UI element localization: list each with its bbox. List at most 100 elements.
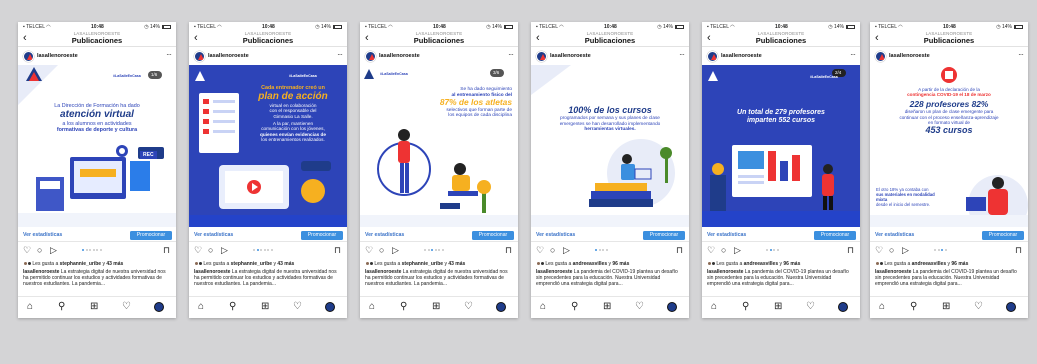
activity-icon[interactable]: ♡ <box>806 302 815 312</box>
more-options-icon[interactable]: ··· <box>850 50 856 59</box>
promote-button[interactable]: Promocionar <box>472 231 514 240</box>
caption-username[interactable]: lasallenoroeste <box>536 269 572 275</box>
heart-icon[interactable]: ♡ <box>875 245 883 256</box>
share-icon[interactable]: ▷ <box>734 245 741 256</box>
more-options-icon[interactable]: ··· <box>337 50 343 59</box>
bookmark-icon[interactable]: ⊓ <box>334 245 341 256</box>
caption-username[interactable]: lasallenoroeste <box>23 269 59 275</box>
search-icon[interactable]: ⚲ <box>910 302 917 312</box>
view-stats-link[interactable]: Ver estadísticas <box>875 232 914 238</box>
post-image[interactable]: #LaSalleEnCasa Cada entrenador creó un p… <box>189 65 347 227</box>
activity-icon[interactable]: ♡ <box>293 302 302 312</box>
post-image[interactable]: 100% de los cursos programados por seman… <box>531 65 689 227</box>
activity-icon[interactable]: ♡ <box>635 302 644 312</box>
activity-icon[interactable]: ♡ <box>464 302 473 312</box>
home-icon[interactable]: ⌂ <box>198 302 204 312</box>
bookmark-icon[interactable]: ⊓ <box>847 245 854 256</box>
promote-button[interactable]: Promocionar <box>301 231 343 240</box>
username-link[interactable]: lasallenoroeste <box>889 53 930 59</box>
more-options-icon[interactable]: ··· <box>1018 50 1024 59</box>
view-stats-link[interactable]: Ver estadísticas <box>23 232 62 238</box>
heart-icon[interactable]: ♡ <box>194 245 202 256</box>
search-icon[interactable]: ⚲ <box>58 302 65 312</box>
view-stats-link[interactable]: Ver estadísticas <box>536 232 575 238</box>
bookmark-icon[interactable]: ⊓ <box>163 245 170 256</box>
username-link[interactable]: lasallenoroeste <box>379 53 420 59</box>
username-link[interactable]: lasallenoroeste <box>721 53 762 59</box>
heart-icon[interactable]: ♡ <box>707 245 715 256</box>
post-image[interactable]: 3/6 #LaSalleEnCasa Se ha dado seguimient… <box>360 65 518 227</box>
avatar[interactable] <box>23 51 34 62</box>
likes-more[interactable]: 43 más <box>106 261 123 267</box>
heart-icon[interactable]: ♡ <box>23 245 31 256</box>
new-post-icon[interactable]: ⊞ <box>603 302 611 312</box>
activity-icon[interactable]: ♡ <box>122 302 131 312</box>
comment-icon[interactable]: ○ <box>379 245 384 255</box>
new-post-icon[interactable]: ⊞ <box>942 302 950 312</box>
profile-avatar-icon[interactable] <box>1006 302 1016 312</box>
caption-username[interactable]: lasallenoroeste <box>365 269 401 275</box>
view-stats-link[interactable]: Ver estadísticas <box>194 232 233 238</box>
avatar[interactable] <box>194 51 205 62</box>
more-options-icon[interactable]: ··· <box>166 50 172 59</box>
post-image[interactable]: 1/6 #LaSalleEnCasa La Dirección de Forma… <box>18 65 176 227</box>
liker-username[interactable]: stephannie_uribe <box>402 261 443 267</box>
share-icon[interactable]: ▷ <box>50 245 57 256</box>
share-icon[interactable]: ▷ <box>902 245 909 256</box>
activity-icon[interactable]: ♡ <box>974 302 983 312</box>
bookmark-icon[interactable]: ⊓ <box>1015 245 1022 256</box>
liker-username[interactable]: andreeasvilles <box>744 261 778 267</box>
promote-button[interactable]: Promocionar <box>982 231 1024 240</box>
post-image[interactable]: 2/4 #LaSalleEnCasa Un total de 279 profe… <box>702 65 860 227</box>
caption-username[interactable]: lasallenoroeste <box>875 269 911 275</box>
new-post-icon[interactable]: ⊞ <box>90 302 98 312</box>
username-link[interactable]: lasallenoroeste <box>550 53 591 59</box>
post-image[interactable]: A partir de la declaración de la conting… <box>870 65 1028 227</box>
liker-username[interactable]: stephannie_uribe <box>60 261 101 267</box>
home-icon[interactable]: ⌂ <box>27 302 33 312</box>
search-icon[interactable]: ⚲ <box>229 302 236 312</box>
likes-more[interactable]: 96 más <box>951 261 968 267</box>
likes-more[interactable]: 43 más <box>277 261 294 267</box>
liker-username[interactable]: andreeasvilles <box>912 261 946 267</box>
liker-username[interactable]: stephannie_uribe <box>231 261 272 267</box>
profile-avatar-icon[interactable] <box>496 302 506 312</box>
home-icon[interactable]: ⌂ <box>711 302 717 312</box>
likes-more[interactable]: 96 más <box>783 261 800 267</box>
search-icon[interactable]: ⚲ <box>571 302 578 312</box>
heart-icon[interactable]: ♡ <box>536 245 544 256</box>
likes-more[interactable]: 43 más <box>448 261 465 267</box>
share-icon[interactable]: ▷ <box>221 245 228 256</box>
more-options-icon[interactable]: ··· <box>679 50 685 59</box>
search-icon[interactable]: ⚲ <box>400 302 407 312</box>
caption-username[interactable]: lasallenoroeste <box>707 269 743 275</box>
share-icon[interactable]: ▷ <box>563 245 570 256</box>
home-icon[interactable]: ⌂ <box>540 302 546 312</box>
promote-button[interactable]: Promocionar <box>643 231 685 240</box>
more-options-icon[interactable]: ··· <box>508 50 514 59</box>
heart-icon[interactable]: ♡ <box>365 245 373 256</box>
share-icon[interactable]: ▷ <box>392 245 399 256</box>
bookmark-icon[interactable]: ⊓ <box>676 245 683 256</box>
username-link[interactable]: lasallenoroeste <box>208 53 249 59</box>
comment-icon[interactable]: ○ <box>208 245 213 255</box>
caption-username[interactable]: lasallenoroeste <box>194 269 230 275</box>
promote-button[interactable]: Promocionar <box>130 231 172 240</box>
promote-button[interactable]: Promocionar <box>814 231 856 240</box>
profile-avatar-icon[interactable] <box>154 302 164 312</box>
search-icon[interactable]: ⚲ <box>742 302 749 312</box>
profile-avatar-icon[interactable] <box>667 302 677 312</box>
likes-more[interactable]: 96 más <box>612 261 629 267</box>
view-stats-link[interactable]: Ver estadísticas <box>707 232 746 238</box>
liker-username[interactable]: andreeasvilles <box>573 261 607 267</box>
view-stats-link[interactable]: Ver estadísticas <box>365 232 404 238</box>
avatar[interactable] <box>875 51 886 62</box>
new-post-icon[interactable]: ⊞ <box>774 302 782 312</box>
new-post-icon[interactable]: ⊞ <box>261 302 269 312</box>
profile-avatar-icon[interactable] <box>838 302 848 312</box>
avatar[interactable] <box>536 51 547 62</box>
home-icon[interactable]: ⌂ <box>879 302 885 312</box>
comment-icon[interactable]: ○ <box>550 245 555 255</box>
comment-icon[interactable]: ○ <box>889 245 894 255</box>
profile-avatar-icon[interactable] <box>325 302 335 312</box>
